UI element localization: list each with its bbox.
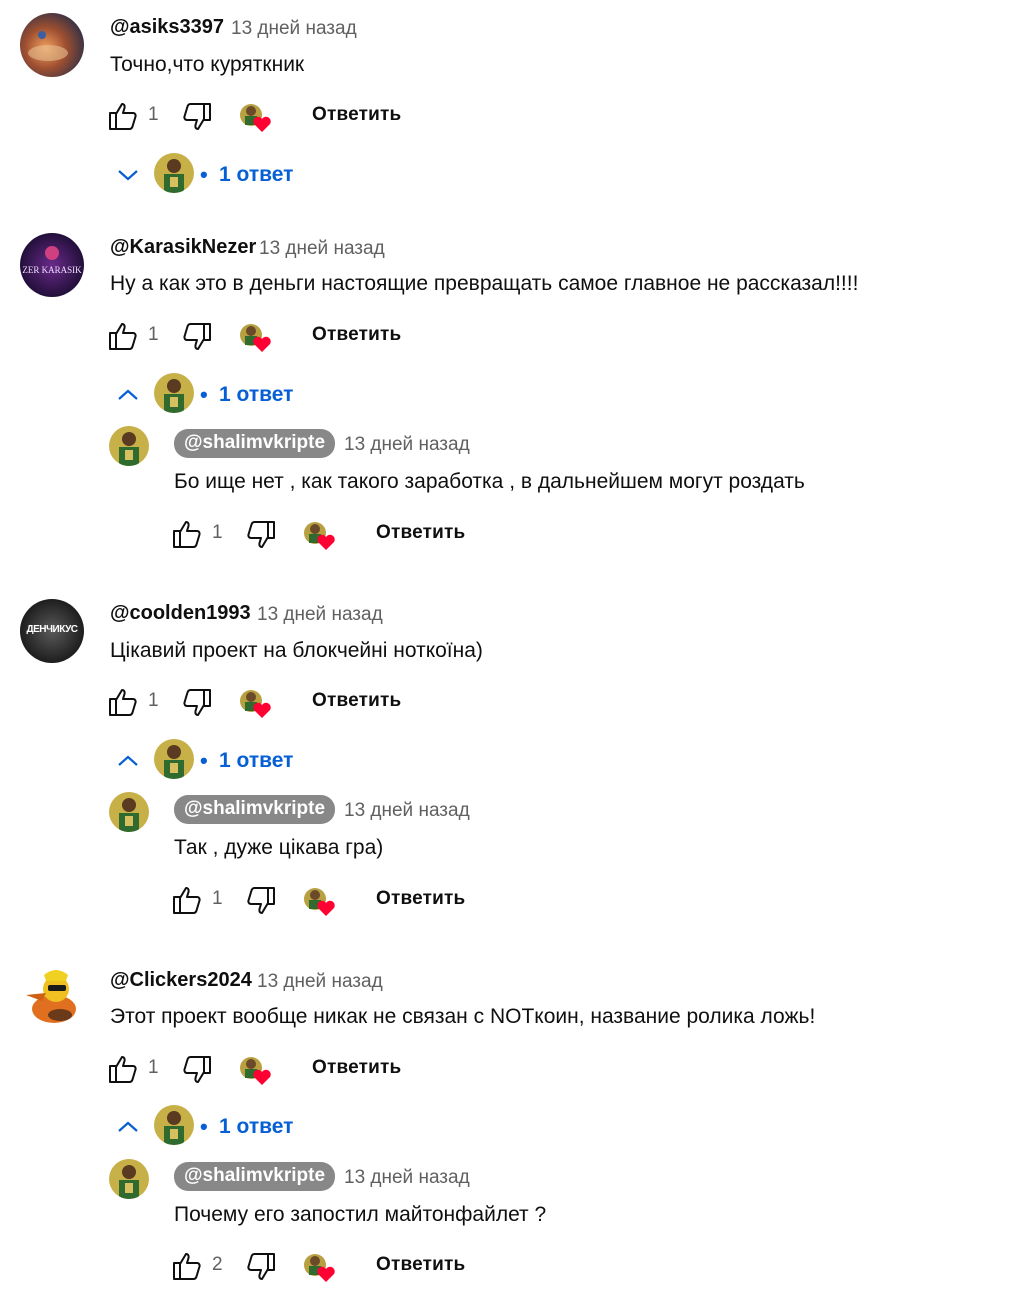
avatar-lettering: ZER KARASIK xyxy=(22,265,82,275)
avatar-asiks3397[interactable] xyxy=(20,13,84,77)
replies-bullet: • xyxy=(200,748,208,773)
avatar-lettering: ДЕНЧИКУС xyxy=(26,624,78,635)
comment-time[interactable]: 13 дней назад xyxy=(259,238,385,260)
reply-author-chip[interactable]: @shalimvkripte xyxy=(174,1162,336,1191)
like-icon[interactable] xyxy=(107,1053,139,1085)
reply-time[interactable]: 13 дней назад xyxy=(344,434,470,456)
creator-heart-icon xyxy=(238,102,274,134)
replies-toggle[interactable]: 1 ответ xyxy=(219,163,293,187)
replier-avatar xyxy=(154,739,194,779)
like-count: 1 xyxy=(148,104,159,125)
reply-text: Так , дуже цікава гра) xyxy=(174,836,384,859)
avatar-image xyxy=(20,13,84,77)
chevron-down-icon[interactable] xyxy=(117,166,139,189)
dislike-icon[interactable] xyxy=(181,687,213,719)
comment-author[interactable]: @Clickers2024 xyxy=(110,969,252,992)
like-icon[interactable] xyxy=(171,1250,203,1282)
replier-avatar xyxy=(154,1105,194,1145)
reply-author-chip[interactable]: @shalimvkripte xyxy=(174,795,336,824)
reply-author-chip[interactable]: @shalimvkripte xyxy=(174,429,336,458)
like-count: 2 xyxy=(212,1254,223,1275)
like-icon[interactable] xyxy=(171,518,203,550)
like-count: 1 xyxy=(148,1057,159,1078)
replies-toggle[interactable]: 1 ответ xyxy=(219,383,293,407)
reply-time[interactable]: 13 дней назад xyxy=(344,800,470,822)
creator-heart-icon xyxy=(238,1055,274,1087)
replies-bullet: • xyxy=(200,162,208,187)
replies-bullet: • xyxy=(200,382,208,407)
dislike-icon[interactable] xyxy=(245,1251,277,1283)
reply-button[interactable]: Ответить xyxy=(312,324,401,346)
replies-bullet: • xyxy=(200,1114,208,1139)
reply-button[interactable]: Ответить xyxy=(376,888,465,910)
comment-text: Точно,что куряткник xyxy=(110,53,305,76)
avatar-image xyxy=(20,965,84,1029)
reply-text: Бо ище нет , как такого заработка , в да… xyxy=(174,470,805,493)
reply-button[interactable]: Ответить xyxy=(376,1254,465,1276)
comment-author[interactable]: @KarasikNezer xyxy=(110,236,256,259)
like-count: 1 xyxy=(212,888,223,909)
chevron-up-icon[interactable] xyxy=(117,386,139,409)
dislike-icon[interactable] xyxy=(181,101,213,133)
comment-time[interactable]: 13 дней назад xyxy=(257,604,383,626)
like-icon[interactable] xyxy=(107,100,139,132)
replier-avatar xyxy=(154,373,194,413)
reply-text: Почему его запостил майтонфайлет ? xyxy=(174,1203,547,1226)
creator-heart-icon xyxy=(238,322,274,354)
like-icon[interactable] xyxy=(107,686,139,718)
reply-button[interactable]: Ответить xyxy=(312,690,401,712)
chevron-up-icon[interactable] xyxy=(117,1118,139,1141)
comment-text: Ну а как это в деньги настоящие превраща… xyxy=(110,272,859,295)
chevron-up-icon[interactable] xyxy=(117,752,139,775)
creator-heart-icon xyxy=(302,1252,338,1284)
comment-text: Цікавий проект на блокчейні ноткоїна) xyxy=(110,639,483,662)
reply-button[interactable]: Ответить xyxy=(376,522,465,544)
avatar-clickers2024[interactable] xyxy=(20,965,84,1029)
creator-heart-icon xyxy=(302,520,338,552)
reply-time[interactable]: 13 дней назад xyxy=(344,1167,470,1189)
like-count: 1 xyxy=(212,522,223,543)
avatar-shalimvkripte[interactable] xyxy=(109,1159,149,1199)
comment-time[interactable]: 13 дней назад xyxy=(231,18,357,40)
dislike-icon[interactable] xyxy=(181,321,213,353)
comment-text: Этот проект вообще никак не связан с NOT… xyxy=(110,1005,816,1028)
replier-avatar xyxy=(154,153,194,193)
dislike-icon[interactable] xyxy=(245,519,277,551)
like-icon[interactable] xyxy=(107,320,139,352)
reply-button[interactable]: Ответить xyxy=(312,1057,401,1079)
creator-heart-icon xyxy=(238,688,274,720)
comment-author[interactable]: @asiks3397 xyxy=(110,16,224,39)
like-icon[interactable] xyxy=(171,884,203,916)
dislike-icon[interactable] xyxy=(245,885,277,917)
like-count: 1 xyxy=(148,690,159,711)
avatar-shalimvkripte[interactable] xyxy=(109,792,149,832)
comment-author[interactable]: @coolden1993 xyxy=(110,602,251,625)
creator-heart-icon xyxy=(302,886,338,918)
comment-time[interactable]: 13 дней назад xyxy=(257,971,383,993)
like-count: 1 xyxy=(148,324,159,345)
avatar-shalimvkripte[interactable] xyxy=(109,426,149,466)
dislike-icon[interactable] xyxy=(181,1054,213,1086)
replies-toggle[interactable]: 1 ответ xyxy=(219,1115,293,1139)
reply-button[interactable]: Ответить xyxy=(312,104,401,126)
replies-toggle[interactable]: 1 ответ xyxy=(219,749,293,773)
